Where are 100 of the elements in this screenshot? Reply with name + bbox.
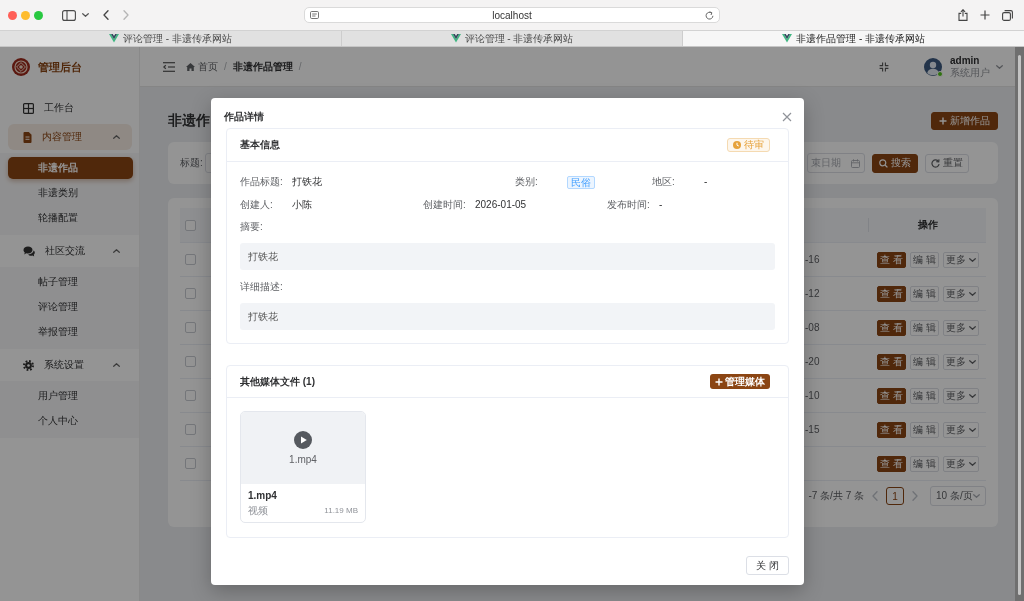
row-checkbox[interactable] [184, 356, 196, 367]
more-button[interactable]: 更多 [942, 455, 979, 472]
submenu-title[interactable]: 内容管理 [8, 124, 132, 150]
field-label: 地区: [652, 175, 676, 189]
close-dialog-button[interactable]: 关 闭 [746, 556, 789, 575]
more-button[interactable]: 更多 [942, 285, 979, 302]
row-checkbox[interactable] [184, 424, 196, 435]
field-value: 打铁花 [292, 175, 322, 189]
window-close-icon[interactable] [8, 10, 17, 20]
v-logo-icon [108, 34, 119, 43]
edit-button[interactable]: 编 辑 [909, 319, 939, 336]
row-checkbox[interactable] [184, 254, 196, 265]
edit-button[interactable]: 编 辑 [909, 353, 939, 370]
field-label: 发布时间: [607, 198, 651, 212]
edit-button[interactable]: 编 辑 [909, 285, 939, 302]
submenu-item[interactable]: 用户管理 [8, 385, 133, 407]
reload-icon[interactable] [705, 10, 714, 20]
pagination-summary: -7 条/共 7 条 [808, 489, 864, 503]
search-icon [879, 158, 888, 168]
more-button[interactable]: 更多 [942, 421, 979, 438]
view-button[interactable]: 查 看 [877, 285, 906, 302]
submenu-title[interactable]: 系统设置 [8, 352, 132, 378]
submenu-item[interactable]: 帖子管理 [8, 271, 133, 293]
back-icon[interactable] [103, 10, 109, 20]
description-text: 打铁花 [240, 303, 775, 330]
chevron-left-icon[interactable] [872, 491, 878, 501]
calendar-icon [851, 158, 860, 168]
more-button[interactable]: 更多 [942, 353, 979, 370]
window-zoom-icon[interactable] [34, 10, 43, 20]
reset-button[interactable]: 重置 [925, 153, 969, 173]
submenu-item[interactable]: 轮播配置 [8, 207, 133, 229]
plus-icon [939, 117, 947, 125]
more-button[interactable]: 更多 [942, 319, 979, 336]
view-button[interactable]: 查 看 [877, 319, 906, 336]
more-button[interactable]: 更多 [942, 387, 979, 404]
add-button[interactable]: 新增作品 [931, 112, 998, 130]
row-checkbox[interactable] [184, 390, 196, 401]
file-name: 1.mp4 [248, 490, 278, 502]
search-button[interactable]: 搜索 [872, 153, 918, 173]
row-checkbox[interactable] [184, 322, 196, 333]
submenu-item[interactable]: 非遗类别 [8, 182, 133, 204]
view-button[interactable]: 查 看 [877, 387, 906, 404]
submenu-item[interactable]: 个人中心 [8, 410, 133, 432]
plus-icon[interactable] [980, 10, 990, 20]
manage-media-button[interactable]: 管理媒体 [710, 374, 770, 389]
field-value: - [704, 175, 708, 189]
collapse-menu-icon[interactable] [163, 61, 175, 72]
edit-button[interactable]: 编 辑 [909, 421, 939, 438]
address-field[interactable]: localhost [304, 7, 720, 23]
filter-label: 标题: [180, 156, 203, 170]
scrollbar-thumb[interactable] [1018, 55, 1021, 595]
page-number-button[interactable]: 1 [886, 487, 904, 505]
browser-tab[interactable]: 非遗作品管理 - 非遗传承网站 [683, 31, 1024, 46]
file-size: 11.19 MB [324, 505, 358, 517]
sidebar-toggle-icon[interactable] [62, 9, 76, 21]
page-icon [310, 11, 319, 19]
field-label: 作品标题: [240, 175, 284, 189]
user-name: admin [950, 54, 981, 67]
row-checkbox[interactable] [184, 288, 196, 299]
play-icon[interactable] [294, 430, 312, 449]
share-icon[interactable] [958, 9, 968, 21]
document-icon [23, 131, 32, 143]
browser-tab[interactable]: 评论管理 - 非遗传承网站 [0, 31, 342, 46]
fullscreen-icon[interactable] [879, 61, 889, 72]
file-type: 视频 [248, 505, 268, 517]
chevron-down-icon [968, 427, 976, 432]
more-button[interactable]: 更多 [942, 251, 979, 268]
breadcrumb-separator: / [224, 61, 227, 72]
forward-icon[interactable] [123, 10, 129, 20]
chevron-down-icon[interactable] [82, 13, 89, 17]
date-cell-text: -20 [805, 356, 821, 367]
edit-button[interactable]: 编 辑 [909, 387, 939, 404]
v-logo-icon [782, 34, 793, 43]
edit-button[interactable]: 编 辑 [909, 455, 939, 472]
window-minimize-icon[interactable] [21, 10, 30, 20]
submenu-item[interactable]: 举报管理 [8, 321, 133, 343]
media-card[interactable]: 1.mp4 1.mp4 视频 11.19 MB [240, 411, 366, 523]
tabs-overview-icon[interactable] [1002, 9, 1013, 21]
summary-text: 打铁花 [240, 243, 775, 270]
submenu-item[interactable]: 非遗作品 [8, 157, 133, 179]
view-button[interactable]: 查 看 [877, 421, 906, 438]
view-button[interactable]: 查 看 [877, 455, 906, 472]
view-button[interactable]: 查 看 [877, 353, 906, 370]
field-value: 2026-01-05 [475, 198, 527, 212]
edit-button[interactable]: 编 辑 [909, 251, 939, 268]
menu-item[interactable]: 工作台 [8, 95, 132, 121]
page-size-select[interactable]: 10 条/页 [930, 486, 986, 506]
row-checkbox[interactable] [184, 458, 196, 469]
field-label: 类别: [515, 175, 539, 189]
status-text: 待审 [744, 138, 764, 152]
close-icon[interactable] [782, 112, 792, 122]
chevron-right-icon[interactable] [912, 491, 918, 501]
view-button[interactable]: 查 看 [877, 251, 906, 268]
field-value: 小陈 [292, 198, 312, 212]
page-title: 非遗作 [168, 112, 210, 130]
submenu-item[interactable]: 评论管理 [8, 296, 133, 318]
select-all-checkbox[interactable] [184, 219, 196, 231]
submenu-title[interactable]: 社区交流 [8, 238, 132, 264]
breadcrumb-link[interactable]: 首页 [186, 59, 218, 74]
avatar-icon[interactable] [924, 57, 942, 76]
